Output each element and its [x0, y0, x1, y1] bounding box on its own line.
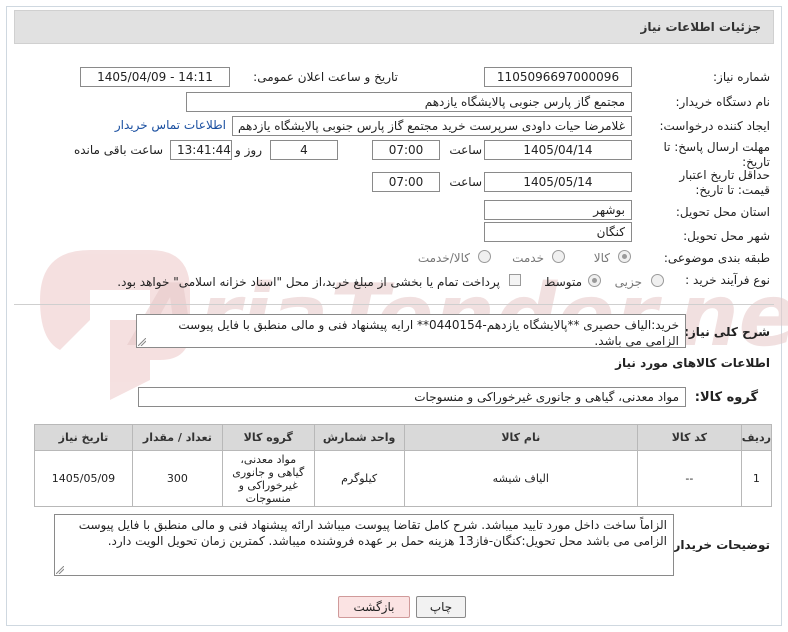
header-bar: جزئیات اطلاعات نیاز	[14, 10, 774, 44]
announce-field: 1405/04/09 - 14:11	[80, 67, 230, 87]
buyer-org-label: نام دستگاه خریدار:	[675, 95, 771, 109]
remaining-time-field: 13:41:44	[170, 140, 232, 160]
need-number-label: شماره نیاز:	[713, 70, 770, 84]
city-label: شهر محل تحویل:	[683, 229, 770, 243]
process-radio-minor[interactable]	[651, 274, 664, 287]
category-option-goods: کالا	[593, 251, 610, 265]
cell-group: مواد معدنی، گیاهی و جانوری غیرخوراکی و م…	[221, 450, 315, 507]
province-field: بوشهر	[484, 200, 632, 220]
price-validity-time-label: ساعت	[449, 175, 482, 189]
price-validity-date-field: 1405/05/14	[484, 172, 632, 192]
divider	[14, 304, 774, 305]
buyer-contact-link[interactable]: اطلاعات تماس خریدار	[115, 118, 226, 132]
page-title: جزئیات اطلاعات نیاز	[640, 20, 761, 34]
requester-field: غلامرضا حیات داودی سرپرست خرید مجتمع گاز…	[232, 116, 632, 136]
process-option-minor: جزیی	[614, 275, 642, 289]
print-button[interactable]: چاپ	[416, 596, 466, 618]
category-option-service: خدمت	[512, 251, 544, 265]
goods-table: ردیف کد کالا نام کالا واحد شمارش گروه کا…	[34, 424, 773, 507]
payment-checkbox[interactable]	[509, 274, 521, 286]
buyer-notes-label: توضیحات خریدار:	[668, 538, 770, 552]
cell-name: الیاف شیشه	[403, 450, 639, 507]
buyer-notes-textarea: الزاماً ساخت داخل مورد تایید میباشد. شرح…	[54, 514, 674, 576]
days-label: روز و	[235, 143, 262, 157]
need-number-field: 1105096697000096	[484, 67, 632, 87]
description-textarea: خرید:الیاف حصیری **پالایشگاه یازدهم-0440…	[136, 314, 686, 348]
deadline-label: مهلت ارسال پاسخ: تا تاریخ:	[663, 140, 770, 169]
col-unit: واحد شمارش	[313, 424, 405, 451]
category-option-goods-service: کالا/خدمت	[417, 251, 470, 265]
deadline-time-field: 07:00	[372, 140, 440, 160]
requester-label: ایجاد کننده درخواست:	[659, 119, 770, 133]
col-code: کد کالا	[637, 424, 742, 451]
cell-row: 1	[740, 450, 773, 507]
table-header-row: ردیف کد کالا نام کالا واحد شمارش گروه کا…	[34, 424, 773, 451]
province-label: استان محل تحویل:	[675, 205, 770, 219]
col-row: ردیف	[740, 424, 773, 451]
payment-note: پرداخت تمام یا بخشی از مبلغ خرید،از محل …	[117, 275, 500, 289]
resize-grip-icon[interactable]	[138, 338, 146, 346]
col-date: تاریخ نیاز	[34, 424, 133, 451]
cell-qty: 300	[131, 450, 223, 507]
deadline-time-label: ساعت	[449, 143, 482, 157]
cell-unit: کیلوگرم	[313, 450, 405, 507]
cell-code: --	[637, 450, 742, 507]
goods-group-label: گروه کالا:	[694, 390, 758, 405]
remaining-label: ساعت باقی مانده	[73, 143, 163, 157]
cell-date: 1405/05/09	[34, 450, 133, 507]
deadline-date-field: 1405/04/14	[484, 140, 632, 160]
days-field: 4	[270, 140, 338, 160]
category-radio-service[interactable]	[552, 250, 565, 263]
city-field: کنگان	[484, 222, 632, 242]
goods-section-title: اطلاعات کالاهای مورد نیاز	[615, 356, 770, 370]
col-qty: تعداد / مقدار	[131, 424, 223, 451]
process-option-medium: متوسط	[544, 275, 582, 289]
announce-label: تاریخ و ساعت اعلان عمومی:	[253, 70, 398, 84]
table-row: 1 -- الیاف شیشه کیلوگرم مواد معدنی، گیاه…	[34, 450, 773, 507]
category-label: طبقه بندی موضوعی:	[663, 251, 770, 265]
resize-grip-icon[interactable]	[56, 566, 64, 574]
buyer-org-field: مجتمع گاز پارس جنوبی پالایشگاه یازدهم	[186, 92, 632, 112]
category-radio-goods[interactable]	[618, 250, 631, 263]
price-validity-label: حداقل تاریخ اعتبار قیمت: تا تاریخ:	[679, 168, 770, 197]
col-group: گروه کالا	[221, 424, 315, 451]
process-radio-medium[interactable]	[588, 274, 601, 287]
price-validity-time-field: 07:00	[372, 172, 440, 192]
category-radio-goods-service[interactable]	[478, 250, 491, 263]
back-button[interactable]: بازگشت	[338, 596, 410, 618]
description-label: شرح کلی نیاز:	[684, 325, 770, 339]
goods-group-field: مواد معدنی، گیاهی و جانوری غیرخوراکی و م…	[138, 387, 686, 407]
process-label: نوع فرآیند خرید :	[685, 273, 770, 287]
col-name: نام کالا	[403, 424, 639, 451]
